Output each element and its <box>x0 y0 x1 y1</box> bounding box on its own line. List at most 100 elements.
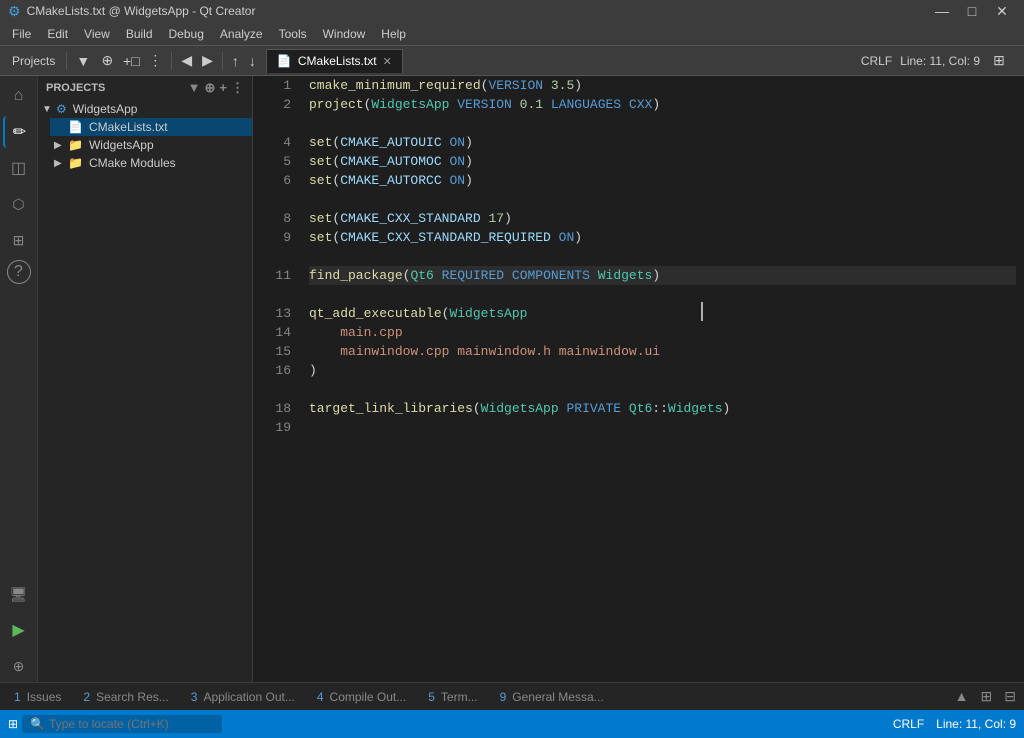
menu-window[interactable]: Window <box>315 25 374 43</box>
more-button[interactable]: ⋮ <box>144 50 166 72</box>
bottom-panel: 1 Issues 2 Search Res... 3 Application O… <box>0 682 1024 710</box>
search-input[interactable] <box>49 717 209 731</box>
editor-status: CRLF Line: 11, Col: 9 ⊞ <box>861 50 1018 72</box>
next-doc-button[interactable]: ↓ <box>245 51 260 71</box>
minimize-button[interactable]: — <box>928 0 956 22</box>
title-bar-left: ⚙ CMakeLists.txt @ WidgetsApp - Qt Creat… <box>8 3 255 20</box>
tree-filter-button[interactable]: ▼ <box>188 80 201 96</box>
bottom-tab-issues[interactable]: 1 Issues <box>4 687 71 707</box>
tree-label-widgetsapp-sub: WidgetsApp <box>89 138 154 152</box>
bottom-tab-label-term: Term... <box>441 690 478 704</box>
filter-button[interactable]: ▼ <box>72 50 94 72</box>
sidebar-icon-monitor[interactable]: 🖥 <box>3 578 35 610</box>
tree-label-cmake-modules: CMake Modules <box>89 156 176 170</box>
bottom-tab-num-3: 3 <box>191 690 198 704</box>
forward-button[interactable]: ▶ <box>198 50 217 71</box>
crlf-label: CRLF <box>861 54 892 68</box>
status-bar: ⊞ 🔍 CRLF Line: 11, Col: 9 <box>0 710 1024 738</box>
status-bar-right: CRLF Line: 11, Col: 9 <box>893 717 1016 731</box>
bottom-tab-messages[interactable]: 9 General Messa... <box>490 687 614 707</box>
menu-help[interactable]: Help <box>373 25 414 43</box>
bottom-tab-label-search: Search Res... <box>96 690 169 704</box>
tree-icon-widgetsapp-sub: 📁 <box>68 138 83 152</box>
search-box[interactable]: 🔍 <box>22 715 222 733</box>
close-button[interactable]: ✕ <box>988 0 1016 22</box>
tree-add-button[interactable]: + <box>219 80 227 96</box>
tree-icon-cmake-modules: 📁 <box>68 156 83 170</box>
menu-debug[interactable]: Debug <box>161 25 212 43</box>
bottom-panel-layout-button[interactable]: ⊞ <box>977 686 997 707</box>
menu-build[interactable]: Build <box>118 25 161 43</box>
tree-header-icons: ▼ ⊕ + ⋮ <box>188 80 244 96</box>
line-numbers: 1 2 4 5 6 8 9 11 13 14 15 16 18 19 <box>253 76 301 682</box>
bottom-tab-appout[interactable]: 3 Application Out... <box>181 687 305 707</box>
file-tree: Projects ▼ ⊕ + ⋮ ▼ ⚙ WidgetsApp ▶ 📄 CMak… <box>38 76 253 682</box>
sidebar-icon-welcome[interactable]: ⌂ <box>3 80 35 112</box>
menu-bar: File Edit View Build Debug Analyze Tools… <box>0 22 1024 46</box>
add-button[interactable]: +□ <box>120 50 142 72</box>
code-content[interactable]: cmake_minimum_required(VERSION 3.5)proje… <box>301 76 1024 682</box>
sidebar-icon-projects[interactable]: ⊞ <box>3 224 35 256</box>
tree-label-widgetsapp: WidgetsApp <box>73 102 138 116</box>
menu-view[interactable]: View <box>76 25 118 43</box>
sidebar-icons: ⌂ ✏ ◫ ⬡ ⊞ ? 🖥 ▶ ⊕ <box>0 76 38 682</box>
tree-sync-button[interactable]: ⊕ <box>205 80 216 96</box>
expand-button[interactable]: ⊞ <box>988 50 1010 72</box>
sidebar-icon-build[interactable]: ⊕ <box>3 650 35 682</box>
text-cursor <box>701 302 703 321</box>
code-view[interactable]: 1 2 4 5 6 8 9 11 13 14 15 16 18 19 <box>253 76 1024 682</box>
bottom-panel-right: ▲ ⊞ ⊟ <box>951 686 1020 707</box>
sidebar-icon-run[interactable]: ▶ <box>3 614 35 646</box>
bottom-panel-up-button[interactable]: ▲ <box>951 686 973 707</box>
sidebar-icon-debug[interactable]: ⬡ <box>3 188 35 220</box>
status-line-col: Line: 11, Col: 9 <box>936 717 1016 731</box>
sidebar-icon-help[interactable]: ? <box>7 260 31 284</box>
bottom-tab-num-1: 1 <box>14 690 21 704</box>
bottom-tab-compile[interactable]: 4 Compile Out... <box>307 687 416 707</box>
link-button[interactable]: ⊕ <box>96 50 118 72</box>
cmake-tab[interactable]: 📄 CMakeLists.txt ✕ <box>266 49 403 73</box>
line-col-label: Line: 11, Col: 9 <box>900 54 980 68</box>
sidebar-icon-edit[interactable]: ✏ <box>3 116 35 148</box>
bottom-tab-term[interactable]: 5 Term... <box>418 687 487 707</box>
toolbar-separator-2 <box>171 52 172 70</box>
status-bar-left: ⊞ 🔍 <box>8 715 222 733</box>
tree-label-cmakelists: CMakeLists.txt <box>89 120 168 134</box>
tree-arrow-cmake-modules: ▶ <box>54 158 66 169</box>
toolbar-separator-3 <box>222 52 223 70</box>
cmake-tab-close[interactable]: ✕ <box>383 55 392 68</box>
tree-item-cmake-modules[interactable]: ▶ 📁 CMake Modules <box>50 154 252 172</box>
search-icon: 🔍 <box>30 717 45 731</box>
bottom-tab-num-2: 2 <box>83 690 90 704</box>
menu-tools[interactable]: Tools <box>271 25 315 43</box>
cmake-tab-label: CMakeLists.txt <box>298 54 377 68</box>
tree-more-button[interactable]: ⋮ <box>231 80 244 96</box>
cmake-tab-icon: 📄 <box>277 54 292 68</box>
maximize-button[interactable]: □ <box>958 0 986 22</box>
bottom-tab-label-issues: Issues <box>27 690 62 704</box>
menu-file[interactable]: File <box>4 25 39 43</box>
projects-label: Projects <box>6 54 61 68</box>
menu-analyze[interactable]: Analyze <box>212 25 271 43</box>
tree-arrow-widgetsapp-sub: ▶ <box>54 140 66 151</box>
bottom-tab-label-messages: General Messa... <box>512 690 603 704</box>
prev-doc-button[interactable]: ↑ <box>228 51 243 71</box>
tree-icon-cmakelists: 📄 <box>68 120 83 134</box>
tree-icon-widgetsapp: ⚙ <box>56 102 67 116</box>
bottom-tab-num-4: 4 <box>317 690 324 704</box>
bottom-tab-label-compile: Compile Out... <box>330 690 407 704</box>
bottom-tab-search[interactable]: 2 Search Res... <box>73 687 178 707</box>
editor-area[interactable]: 1 2 4 5 6 8 9 11 13 14 15 16 18 19 <box>253 76 1024 682</box>
sidebar-icon-design[interactable]: ◫ <box>3 152 35 184</box>
tree-item-cmakelists[interactable]: ▶ 📄 CMakeLists.txt <box>50 118 252 136</box>
tree-arrow-widgetsapp: ▼ <box>42 104 54 115</box>
tree-item-widgetsapp[interactable]: ▼ ⚙ WidgetsApp <box>38 100 252 118</box>
bottom-tab-num-9: 9 <box>500 690 507 704</box>
file-tree-title: Projects <box>46 82 105 94</box>
title-bar: ⚙ CMakeLists.txt @ WidgetsApp - Qt Creat… <box>0 0 1024 22</box>
main-content: ⌂ ✏ ◫ ⬡ ⊞ ? 🖥 ▶ ⊕ Projects ▼ ⊕ + ⋮ ▼ ⚙ W… <box>0 76 1024 682</box>
tree-item-widgetsapp-sub[interactable]: ▶ 📁 WidgetsApp <box>50 136 252 154</box>
menu-edit[interactable]: Edit <box>39 25 76 43</box>
bottom-panel-expand-button[interactable]: ⊟ <box>1000 686 1020 707</box>
back-button[interactable]: ◀ <box>177 50 196 71</box>
